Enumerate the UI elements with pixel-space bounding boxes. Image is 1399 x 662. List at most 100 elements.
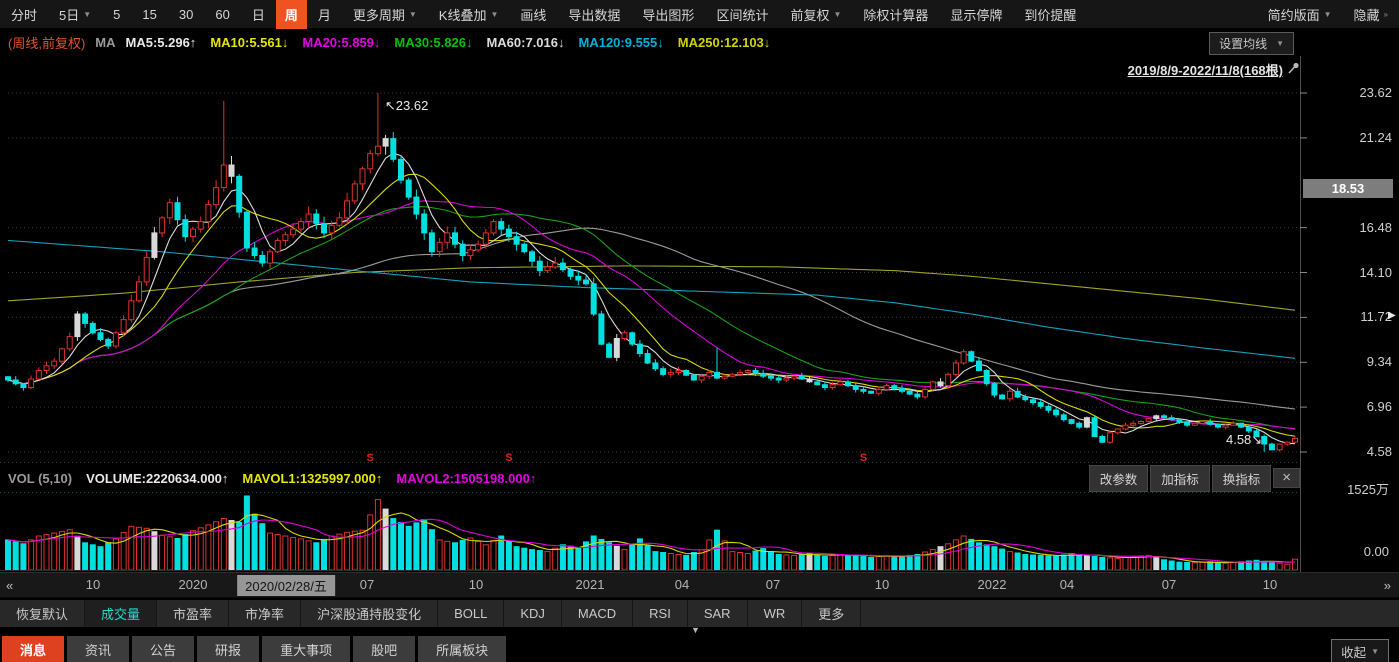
volume-pane-button-2[interactable]: 换指标 bbox=[1212, 465, 1272, 492]
ma-legend-item-1: MA10:5.561↓ bbox=[210, 35, 288, 50]
info-tab-6[interactable]: 所属板块 bbox=[418, 636, 506, 662]
last-price-highlight: 18.53 bbox=[1303, 179, 1393, 198]
volume-pane-button-1[interactable]: 加指标 bbox=[1150, 465, 1210, 492]
svg-text:4.58↘: 4.58↘ bbox=[1226, 432, 1262, 447]
ma-label: MA bbox=[95, 35, 115, 50]
indicator-item-10[interactable]: WR bbox=[748, 600, 803, 627]
toolbar-item-4[interactable]: 30 bbox=[168, 0, 204, 29]
ma-settings-label: 设置均线 bbox=[1219, 35, 1267, 52]
svg-text:↖23.62: ↖23.62 bbox=[385, 98, 428, 113]
toolbar-right-item-1[interactable]: 隐藏» bbox=[1343, 0, 1399, 29]
time-axis-label-7: 07 bbox=[766, 577, 780, 592]
toolbar-item-6[interactable]: 日 bbox=[241, 0, 276, 29]
toolbar-item-12[interactable]: 导出数据 bbox=[557, 0, 631, 29]
toolbar-right-item-0[interactable]: 简约版面▼ bbox=[1257, 0, 1343, 29]
info-tab-1[interactable]: 资讯 bbox=[67, 636, 129, 662]
ma-legend-item-3: MA30:5.826↓ bbox=[394, 35, 472, 50]
indicator-item-2[interactable]: 市盈率 bbox=[157, 600, 229, 627]
pin-icon[interactable] bbox=[1286, 61, 1301, 81]
indicator-item-3[interactable]: 市净率 bbox=[229, 600, 301, 627]
time-axis-label-10: 04 bbox=[1060, 577, 1074, 592]
info-tab-5[interactable]: 股吧 bbox=[353, 636, 415, 662]
price-axis-label-2: 16.48 bbox=[1300, 220, 1392, 235]
scroll-left-icon[interactable]: « bbox=[6, 578, 13, 593]
indicator-bar: 恢复默认成交量市盈率市净率沪深股通持股变化BOLLKDJMACDRSISARWR… bbox=[0, 600, 1399, 627]
svg-text:S: S bbox=[860, 452, 867, 464]
scroll-right-icon[interactable]: » bbox=[1384, 578, 1391, 593]
scroll-right-marker-icon[interactable]: ▶ bbox=[1388, 310, 1396, 321]
price-axis-label-6: 6.96 bbox=[1300, 399, 1392, 414]
toolbar-item-11[interactable]: 画线 bbox=[509, 0, 557, 29]
indicator-item-9[interactable]: SAR bbox=[688, 600, 748, 627]
indicator-item-8[interactable]: RSI bbox=[633, 600, 688, 627]
ma-legend-item-5: MA120:9.555↓ bbox=[579, 35, 664, 50]
chevron-down-icon: ▼ bbox=[1371, 647, 1379, 656]
time-axis-label-5: 2021 bbox=[576, 577, 605, 592]
stock-chart-window: 分时5日▼5153060日周月更多周期▼K线叠加▼画线导出数据导出图形区间统计前… bbox=[0, 0, 1399, 662]
toolbar-item-7[interactable]: 周 bbox=[276, 0, 307, 29]
price-axis-label-0: 23.62 bbox=[1300, 85, 1392, 100]
price-axis-label-7: 4.58 bbox=[1300, 444, 1392, 459]
price-axis-label-5: 9.34 bbox=[1300, 354, 1392, 369]
svg-text:S: S bbox=[505, 452, 512, 464]
toolbar-item-17[interactable]: 显示停牌 bbox=[939, 0, 1013, 29]
time-axis[interactable]: « » 1020202020/02/28/五071020210407102022… bbox=[0, 572, 1399, 598]
toolbar-item-13[interactable]: 导出图形 bbox=[631, 0, 705, 29]
info-tab-4[interactable]: 重大事项 bbox=[262, 636, 350, 662]
toolbar-item-1[interactable]: 5日▼ bbox=[48, 0, 102, 29]
crosshair-date-label: 2020/02/28/五 bbox=[237, 575, 335, 596]
indicator-item-7[interactable]: MACD bbox=[562, 600, 633, 627]
toolbar-item-9[interactable]: 更多周期▼ bbox=[342, 0, 428, 29]
time-axis-label-6: 04 bbox=[675, 577, 689, 592]
candlestick-chart[interactable]: ↖23.62 4.58↘ S S S bbox=[0, 56, 1399, 572]
ma-legend-item-6: MA250:12.103↓ bbox=[678, 35, 771, 50]
time-axis-label-8: 10 bbox=[875, 577, 889, 592]
toolbar-item-5[interactable]: 60 bbox=[204, 0, 240, 29]
time-axis-label-4: 10 bbox=[469, 577, 483, 592]
info-tab-bar: 消息资讯公告研报重大事项股吧所属板块 bbox=[0, 636, 1399, 662]
time-axis-label-3: 07 bbox=[360, 577, 374, 592]
price-axis-label-1: 21.24 bbox=[1300, 130, 1392, 145]
mavol2-value: MAVOL2:1505198.000↑ bbox=[396, 471, 536, 486]
chevron-down-icon: ▼ bbox=[409, 10, 417, 19]
toolbar-item-8[interactable]: 月 bbox=[307, 0, 342, 29]
indicator-item-0[interactable]: 恢复默认 bbox=[0, 600, 85, 627]
info-tab-3[interactable]: 研报 bbox=[197, 636, 259, 662]
collapse-button[interactable]: 收起 ▼ bbox=[1331, 639, 1389, 662]
date-range-link[interactable]: 2019/8/9-2022/11/8(168根) bbox=[1128, 60, 1283, 79]
time-axis-label-12: 10 bbox=[1263, 577, 1277, 592]
indicator-item-1[interactable]: 成交量 bbox=[85, 600, 157, 627]
info-tab-0[interactable]: 消息 bbox=[2, 636, 64, 662]
toolbar-item-2[interactable]: 5 bbox=[102, 0, 131, 29]
indicator-item-6[interactable]: KDJ bbox=[504, 600, 562, 627]
svg-text:S: S bbox=[367, 452, 374, 464]
info-tab-2[interactable]: 公告 bbox=[132, 636, 194, 662]
volume-pane-button-0[interactable]: 改参数 bbox=[1089, 465, 1149, 492]
chevron-down-icon: ▼ bbox=[833, 10, 841, 19]
toolbar-item-15[interactable]: 前复权▼ bbox=[779, 0, 852, 29]
mavol1-value: MAVOL1:1325997.000↑ bbox=[242, 471, 382, 486]
ma-settings-button[interactable]: 设置均线 ▼ bbox=[1209, 32, 1294, 55]
chevron-down-icon: ▼ bbox=[83, 10, 91, 19]
toolbar-item-16[interactable]: 除权计算器 bbox=[852, 0, 939, 29]
chart-mode-label: (周线,前复权) bbox=[8, 33, 85, 52]
price-axis-label-3: 14.10 bbox=[1300, 265, 1392, 280]
indicator-item-5[interactable]: BOLL bbox=[438, 600, 504, 627]
volume-axis-max: 1525万 bbox=[1347, 479, 1389, 498]
toolbar-item-3[interactable]: 15 bbox=[131, 0, 167, 29]
chevron-down-icon: ▼ bbox=[1276, 39, 1284, 48]
indicator-item-11[interactable]: 更多 bbox=[802, 600, 861, 627]
toolbar-item-10[interactable]: K线叠加▼ bbox=[428, 0, 510, 29]
ma-legend-item-2: MA20:5.859↓ bbox=[302, 35, 380, 50]
price-axis-label-4: 11.72 bbox=[1300, 309, 1392, 324]
indicator-item-4[interactable]: 沪深股通持股变化 bbox=[301, 600, 438, 627]
toolbar-item-14[interactable]: 区间统计 bbox=[705, 0, 779, 29]
close-icon[interactable]: × bbox=[1273, 468, 1300, 488]
collapse-label: 收起 bbox=[1341, 642, 1366, 661]
ma-legend-item-0: MA5:5.296↑ bbox=[126, 35, 197, 50]
toolbar-item-18[interactable]: 到价提醒 bbox=[1013, 0, 1087, 29]
volume-value: VOLUME:2220634.000↑ bbox=[86, 471, 228, 486]
splitter-arrow-icon[interactable]: ▼ bbox=[691, 625, 700, 635]
chevron-down-icon: ▼ bbox=[490, 10, 498, 19]
toolbar-item-0[interactable]: 分时 bbox=[0, 0, 48, 29]
